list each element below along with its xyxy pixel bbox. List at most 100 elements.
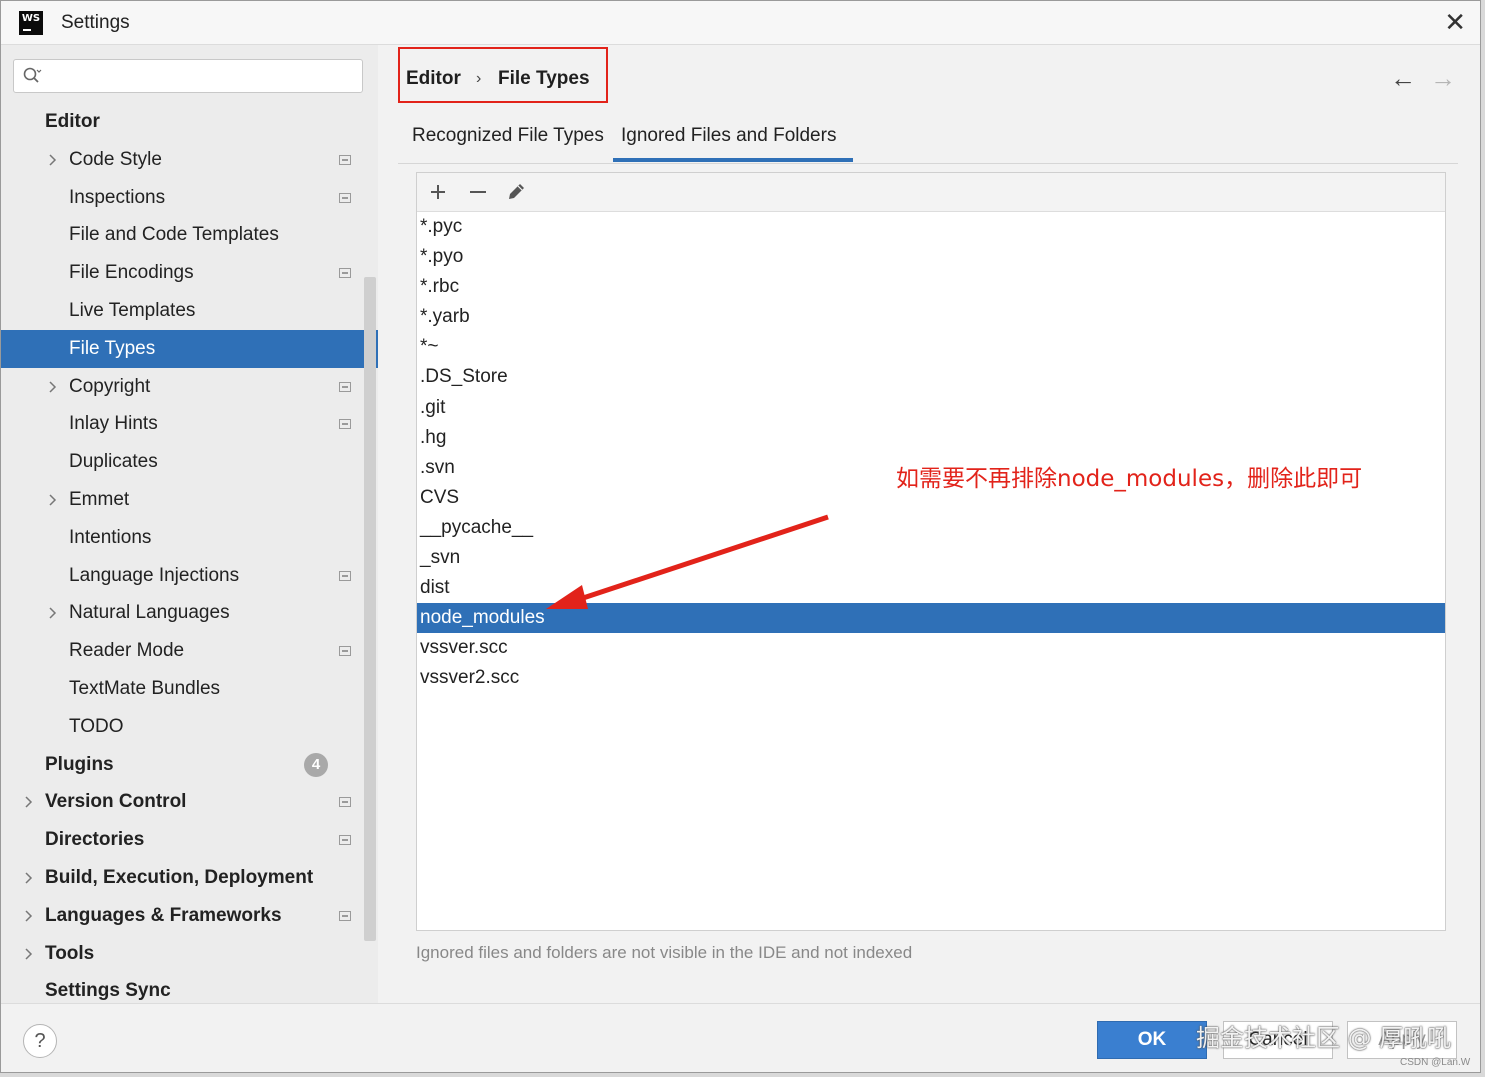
back-arrow-icon[interactable]: ← bbox=[1390, 63, 1416, 94]
project-scope-icon bbox=[339, 835, 351, 846]
project-scope-icon bbox=[339, 192, 351, 203]
sidebar-item-editor[interactable]: Editor bbox=[1, 103, 378, 141]
chevron-right-icon[interactable] bbox=[22, 948, 34, 960]
chevron-right-icon[interactable] bbox=[22, 796, 34, 808]
sidebar-item-label: Languages & Frameworks bbox=[45, 904, 282, 926]
title-bar: WS Settings ✕ bbox=[1, 1, 1480, 45]
annotation-arrow bbox=[546, 514, 829, 609]
sidebar-item-label: File Encodings bbox=[69, 262, 194, 284]
remove-icon[interactable] bbox=[463, 177, 493, 207]
sidebar-item-label: Tools bbox=[45, 942, 95, 964]
chevron-right-icon[interactable] bbox=[46, 154, 58, 166]
sidebar-item-label: Intentions bbox=[69, 526, 152, 548]
sidebar-item-tools[interactable]: Tools bbox=[1, 935, 378, 973]
sidebar-item-file-encodings[interactable]: File Encodings bbox=[1, 254, 378, 292]
sidebar-item-label: File and Code Templates bbox=[69, 224, 279, 246]
settings-window: WS Settings ✕ Editor Code Style Inspection… bbox=[0, 0, 1481, 1073]
tab-ignored-files-and-folders[interactable]: Ignored Files and Folders bbox=[621, 125, 836, 147]
list-item[interactable]: *.yarb bbox=[417, 302, 1445, 332]
list-toolbar bbox=[417, 173, 1445, 212]
sidebar-item-copyright[interactable]: Copyright bbox=[1, 368, 378, 406]
breadcrumb-editor[interactable]: Editor bbox=[406, 68, 461, 90]
sidebar-item-live-templates[interactable]: Live Templates bbox=[1, 292, 378, 330]
plugins-update-badge: 4 bbox=[304, 752, 328, 777]
list-item[interactable]: *~ bbox=[417, 332, 1445, 362]
list-item[interactable]: *.rbc bbox=[417, 272, 1445, 302]
annotation-text: 如需要不再排除node_modules，删除此即可 bbox=[896, 466, 1363, 492]
search-icon bbox=[23, 67, 42, 83]
project-scope-icon bbox=[339, 154, 351, 165]
sidebar-item-build-execution-deployment[interactable]: Build, Execution, Deployment bbox=[1, 859, 378, 897]
sidebar-item-duplicates[interactable]: Duplicates bbox=[1, 443, 378, 481]
sidebar-item-plugins[interactable]: Plugins 4 bbox=[1, 746, 378, 784]
chevron-right-icon[interactable] bbox=[22, 910, 34, 922]
breadcrumb: Editor › File Types bbox=[398, 47, 608, 103]
chevron-right-icon[interactable] bbox=[46, 494, 58, 506]
sidebar-item-version-control[interactable]: Version Control bbox=[1, 783, 378, 821]
list-item[interactable]: vssver.scc bbox=[417, 633, 1445, 663]
sidebar-item-label: Plugins bbox=[45, 753, 114, 775]
settings-content: Editor › File Types ← → Recognized File … bbox=[378, 45, 1480, 1003]
sidebar-item-label: Language Injections bbox=[69, 564, 240, 586]
sidebar-item-intentions[interactable]: Intentions bbox=[1, 519, 378, 557]
sidebar-item-label: Reader Mode bbox=[69, 640, 185, 662]
project-scope-icon bbox=[339, 419, 351, 430]
search-box[interactable] bbox=[13, 59, 363, 93]
sidebar-item-label: Inspections bbox=[69, 186, 166, 208]
sidebar-item-label: Natural Languages bbox=[69, 602, 230, 624]
sidebar-item-todo[interactable]: TODO bbox=[1, 708, 378, 746]
project-scope-icon bbox=[339, 268, 351, 279]
sidebar-item-code-style[interactable]: Code Style bbox=[1, 141, 378, 179]
sidebar-item-label: Settings Sync bbox=[45, 980, 171, 1002]
sidebar-item-directories[interactable]: Directories bbox=[1, 821, 378, 859]
chevron-right-icon[interactable] bbox=[22, 872, 34, 884]
chevron-right-icon[interactable] bbox=[46, 381, 58, 393]
sidebar-item-label: Editor bbox=[45, 111, 100, 132]
sidebar-item-inlay-hints[interactable]: Inlay Hints bbox=[1, 405, 378, 443]
settings-sidebar: Editor Code Style Inspections File and Code… bbox=[1, 45, 378, 1003]
sidebar-item-language-injections[interactable]: Language Injections bbox=[1, 557, 378, 595]
sidebar-item-label: Code Style bbox=[69, 148, 162, 170]
add-icon[interactable] bbox=[423, 177, 453, 207]
list-item[interactable]: .hg bbox=[417, 423, 1445, 453]
sidebar-item-label: Live Templates bbox=[69, 299, 196, 321]
help-button[interactable]: ? bbox=[23, 1024, 57, 1058]
sidebar-item-settings-sync[interactable]: Settings Sync bbox=[1, 972, 378, 1003]
ignored-patterns-list: *.pyc *.pyo *.rbc *.yarb *~ .DS_Store .git .hg.… bbox=[417, 212, 1445, 694]
settings-tree: Editor Code Style Inspections File and Code… bbox=[1, 103, 378, 1003]
csdn-watermark: CSDN @Lan.W bbox=[1400, 1057, 1471, 1068]
tab-recognized-file-types[interactable]: Recognized File Types bbox=[412, 125, 604, 147]
edit-pencil-icon[interactable] bbox=[501, 177, 531, 207]
sidebar-item-label: TextMate Bundles bbox=[69, 677, 221, 699]
sidebar-item-label: Directories bbox=[45, 829, 145, 851]
ok-button[interactable]: OK bbox=[1097, 1021, 1207, 1059]
list-item[interactable]: vssver2.scc bbox=[417, 663, 1445, 693]
sidebar-item-label: Copyright bbox=[69, 375, 151, 397]
sidebar-item-natural-languages[interactable]: Natural Languages bbox=[1, 594, 378, 632]
sidebar-item-emmet[interactable]: Emmet bbox=[1, 481, 378, 519]
chevron-right-icon[interactable] bbox=[46, 607, 58, 619]
list-item[interactable]: .DS_Store bbox=[417, 362, 1445, 392]
list-item[interactable]: *.pyc bbox=[417, 212, 1445, 242]
watermark-text: 掘金技术社区 @ 厚吼吼 bbox=[1196, 1024, 1452, 1052]
sidebar-item-file-and-code-templates[interactable]: File and Code Templates bbox=[1, 216, 378, 254]
sidebar-item-label: Build, Execution, Deployment bbox=[45, 866, 314, 888]
sidebar-item-file-types[interactable]: File Types bbox=[1, 329, 378, 368]
sidebar-item-reader-mode[interactable]: Reader Mode bbox=[1, 632, 378, 670]
close-icon[interactable]: ✕ bbox=[1444, 9, 1466, 35]
search-input[interactable] bbox=[50, 64, 354, 90]
sidebar-item-label: Version Control bbox=[45, 791, 187, 813]
sidebar-item-textmate-bundles[interactable]: TextMate Bundles bbox=[1, 670, 378, 708]
list-item[interactable]: *.pyo bbox=[417, 242, 1445, 272]
sidebar-item-languages-frameworks[interactable]: Languages & Frameworks bbox=[1, 897, 378, 935]
window-title: Settings bbox=[61, 12, 130, 33]
sidebar-item-inspections[interactable]: Inspections bbox=[1, 179, 378, 217]
project-scope-icon bbox=[339, 381, 351, 392]
sidebar-item-label: File Types bbox=[69, 337, 156, 359]
sidebar-scrollbar[interactable] bbox=[364, 277, 376, 941]
list-item[interactable]: .git bbox=[417, 393, 1445, 423]
tab-bar: Recognized File Types Ignored Files and … bbox=[398, 117, 1458, 164]
breadcrumb-separator: › bbox=[476, 70, 482, 87]
sidebar-item-label: Duplicates bbox=[69, 451, 158, 473]
forward-arrow-icon[interactable]: → bbox=[1430, 63, 1456, 94]
